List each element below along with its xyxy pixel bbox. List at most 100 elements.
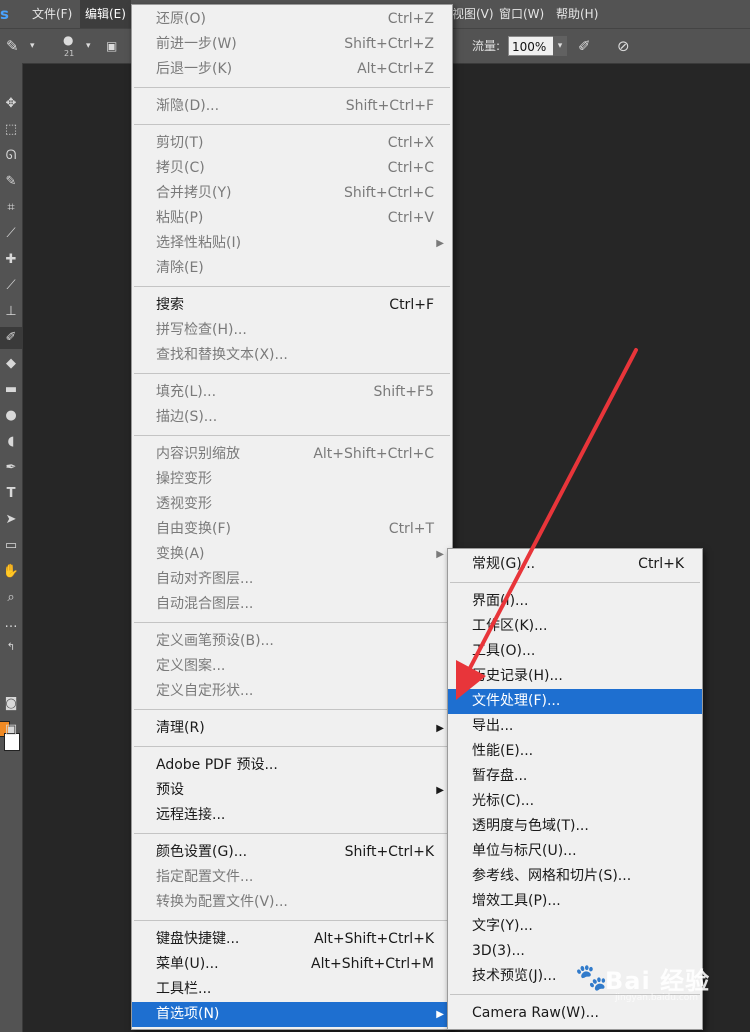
brush-tool-icon[interactable]: ⟋	[0, 275, 22, 297]
menu-item-label: 转换为配置文件(V)...	[156, 894, 288, 910]
chevron-down-icon[interactable]: ▾	[30, 29, 35, 63]
quick-mask-icon[interactable]: ◙	[0, 693, 22, 715]
menu-item-label: 远程连接...	[156, 807, 226, 823]
eyedropper-tool-icon[interactable]: ⟋	[0, 223, 22, 245]
preferences-menu-item[interactable]: Camera Raw(W)...	[448, 1001, 702, 1026]
menu-item-label: 颜色设置(G)...	[156, 844, 248, 860]
edit-menu-item: 清除(E)	[132, 256, 452, 281]
zoom-tool-icon[interactable]: ⌕	[0, 587, 22, 609]
pressure-icon[interactable]: ⊘	[617, 29, 630, 63]
edit-menu-item[interactable]: 清理(R) ▶	[132, 716, 452, 741]
preferences-menu-item[interactable]: 暂存盘...	[448, 764, 702, 789]
rectangle-tool-icon[interactable]: ▭	[0, 535, 22, 557]
edit-menu-item[interactable]: 菜单(U)... Alt+Shift+Ctrl+M	[132, 952, 452, 977]
edit-menu-item: 粘贴(P) Ctrl+V	[132, 206, 452, 231]
edit-menu-item[interactable]: Adobe PDF 预设...	[132, 753, 452, 778]
preferences-menu-item[interactable]: 导出...	[448, 714, 702, 739]
menu-item-label: 导出...	[472, 718, 514, 734]
edit-menu: 还原(O) Ctrl+Z 前进一步(W) Shift+Ctrl+Z 后退一步(K) Alt…	[131, 4, 453, 1030]
screen-mode-icon[interactable]: ▣	[0, 719, 22, 741]
edit-menu-item: 填充(L)... Shift+F5	[132, 380, 452, 405]
edit-menu-item[interactable]: 键盘快捷键... Alt+Shift+Ctrl+K	[132, 927, 452, 952]
menu-item-label: 查找和替换文本(X)...	[156, 347, 288, 363]
menu-item-shortcut: Alt+Shift+Ctrl+K	[313, 931, 434, 947]
edit-menu-item[interactable]: 工具栏...	[132, 977, 452, 1002]
edit-menu-item[interactable]: 搜索 Ctrl+F	[132, 293, 452, 318]
edit-menu-item: 定义图案...	[132, 654, 452, 679]
more-tools-icon[interactable]: …	[0, 613, 22, 635]
menu-item-label: 定义图案...	[156, 658, 226, 674]
swap-colors-icon[interactable]: ↰	[0, 637, 22, 659]
edit-menu-item[interactable]: 颜色设置(G)... Shift+Ctrl+K	[132, 840, 452, 865]
preferences-menu-item[interactable]: 技术预览(J)...	[448, 964, 702, 989]
type-tool-icon[interactable]: T	[0, 483, 22, 505]
menu-item-label: 描边(S)...	[156, 409, 218, 425]
preferences-menu-item[interactable]: 性能(E)...	[448, 739, 702, 764]
photoshop-logo-icon: s	[0, 5, 9, 23]
menu-item-label: 预设	[156, 782, 184, 798]
dodge-tool-icon[interactable]: ◖	[0, 431, 22, 453]
edit-menu-item: 还原(O) Ctrl+Z	[132, 7, 452, 32]
preferences-menu-item[interactable]: 工具(O)...	[448, 639, 702, 664]
healing-brush-tool-icon[interactable]: ✚	[0, 249, 22, 271]
preferences-menu-item[interactable]: 透明度与色域(T)...	[448, 814, 702, 839]
menu-item-shortcut: Shift+Ctrl+Z	[344, 36, 434, 52]
history-brush-tool-icon[interactable]: ✐	[0, 327, 22, 349]
menu-item-label: 菜单(U)...	[156, 956, 219, 972]
blur-tool-icon[interactable]: ●	[0, 405, 22, 427]
brush-settings-icon[interactable]: ▣	[106, 29, 117, 63]
menu-window[interactable]: 窗口(W)	[494, 0, 549, 28]
edit-menu-item: 拼写检查(H)...	[132, 318, 452, 343]
menu-item-label: 历史记录(H)...	[472, 668, 563, 684]
preferences-menu-item[interactable]: 工作区(K)...	[448, 614, 702, 639]
edit-menu-item: 转换为配置文件(V)...	[132, 890, 452, 915]
menu-item-label: 自动混合图层...	[156, 596, 254, 612]
preferences-menu-item[interactable]: 历史记录(H)...	[448, 664, 702, 689]
menu-item-shortcut: Ctrl+K	[638, 556, 684, 572]
eraser-tool-icon[interactable]: ◆	[0, 353, 22, 375]
gradient-tool-icon[interactable]: ▬	[0, 379, 22, 401]
preferences-menu-item[interactable]: 文件处理(F)...	[448, 689, 702, 714]
preferences-menu-item[interactable]: 3D(3)...	[448, 939, 702, 964]
menu-item-shortcut: Alt+Ctrl+Z	[357, 61, 434, 77]
clone-stamp-tool-icon[interactable]: ⊥	[0, 301, 22, 323]
menu-item-label: 常规(G)...	[472, 556, 536, 572]
flow-dropdown-icon[interactable]: ▾	[553, 36, 567, 56]
edit-menu-item: 剪切(T) Ctrl+X	[132, 131, 452, 156]
move-tool-icon[interactable]: ✥	[0, 93, 22, 115]
preferences-menu-item[interactable]: 单位与标尺(U)...	[448, 839, 702, 864]
hand-tool-icon[interactable]: ✋	[0, 561, 22, 583]
edit-menu-item: 变换(A) ▶	[132, 542, 452, 567]
menu-help[interactable]: 帮助(H)	[551, 0, 603, 28]
edit-menu-item: 内容识别缩放 Alt+Shift+Ctrl+C	[132, 442, 452, 467]
menu-item-shortcut: Shift+Ctrl+C	[344, 185, 434, 201]
edit-menu-item: 合并拷贝(Y) Shift+Ctrl+C	[132, 181, 452, 206]
pen-tool-icon[interactable]: ✒	[0, 457, 22, 479]
quick-select-tool-icon[interactable]: ✎	[0, 171, 22, 193]
menu-item-label: 拷贝(C)	[156, 160, 205, 176]
preferences-menu-item[interactable]: 增效工具(P)...	[448, 889, 702, 914]
flow-input[interactable]: 100%	[508, 36, 554, 56]
preferences-menu-item[interactable]: 界面(I)...	[448, 589, 702, 614]
brush-picker-chevron-icon[interactable]: ▾	[86, 29, 91, 63]
airbrush-icon[interactable]: ✐	[578, 29, 591, 63]
brush-tool-preset-icon[interactable]: ✎	[6, 29, 19, 63]
menu-view[interactable]: 视图(V)	[447, 0, 499, 28]
preferences-menu-item[interactable]: 文字(Y)...	[448, 914, 702, 939]
preferences-menu-item[interactable]: 光标(C)...	[448, 789, 702, 814]
edit-menu-item[interactable]: 远程连接...	[132, 803, 452, 828]
menu-item-label: 拼写检查(H)...	[156, 322, 247, 338]
lasso-tool-icon[interactable]: ᘏ	[0, 145, 22, 167]
menu-edit[interactable]: 编辑(E)	[80, 0, 131, 28]
edit-menu-item[interactable]: 预设 ▶	[132, 778, 452, 803]
path-selection-tool-icon[interactable]: ➤	[0, 509, 22, 531]
marquee-tool-icon[interactable]: ⬚	[0, 119, 22, 141]
menu-item-label: 参考线、网格和切片(S)...	[472, 868, 632, 884]
preferences-menu-item[interactable]: 常规(G)... Ctrl+K	[448, 552, 702, 577]
preferences-menu-item[interactable]: 参考线、网格和切片(S)...	[448, 864, 702, 889]
menu-item-label: 前进一步(W)	[156, 36, 237, 52]
edit-menu-item[interactable]: 首选项(N) ▶	[132, 1002, 452, 1027]
menu-item-label: 选择性粘贴(I)	[156, 235, 242, 251]
crop-tool-icon[interactable]: ⌗	[0, 197, 22, 219]
menu-item-shortcut: Ctrl+Z	[387, 11, 434, 27]
